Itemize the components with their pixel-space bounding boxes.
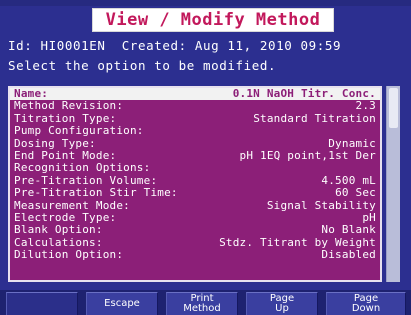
method-options-list[interactable]: Name: 0.1N NaOH Titr. Conc. Method Revisio… (8, 86, 382, 282)
option-value: 60 Sec (335, 186, 376, 200)
option-value: Standard Titration (253, 111, 376, 125)
option-value: pH 1EQ point,1st Der (239, 148, 376, 162)
escape-button-label: Escape (104, 298, 140, 309)
option-label: Pump Configuration: (14, 124, 144, 138)
method-id-line: Id: HI0001EN Created: Aug 11, 2010 09:59 (8, 38, 342, 53)
page-title: View / Modify Method (92, 8, 334, 32)
option-row[interactable]: Dilution Option: Disabled (10, 248, 380, 262)
instruction-text: Select the option to be modified. (8, 58, 277, 73)
option-label: Pre-Titration Stir Time: (14, 186, 178, 200)
print-method-line2: Method (183, 303, 221, 314)
softkey-1-blank (6, 292, 78, 315)
option-value: Disabled (321, 248, 376, 262)
option-label: Dilution Option: (14, 248, 124, 262)
option-row[interactable]: Method Revision: 2.3 (10, 99, 380, 113)
escape-button[interactable]: Escape (86, 292, 158, 315)
option-label: Recognition Options: (14, 161, 151, 175)
page-down-line2: Down (351, 303, 381, 314)
list-scrollbar[interactable] (386, 86, 400, 282)
option-row[interactable]: Pump Configuration: (10, 124, 380, 138)
option-value: 2.3 (355, 99, 376, 113)
option-value: No Blank (321, 223, 376, 237)
option-value: Signal Stability (266, 198, 376, 212)
option-row[interactable]: Pre-Titration Stir Time: 60 Sec (10, 186, 380, 200)
option-row[interactable]: Blank Option: No Blank (10, 223, 380, 237)
page-down-button[interactable]: Page Down (326, 292, 406, 315)
titrator-screen: View / Modify Method Id: HI0001EN Create… (0, 0, 411, 315)
option-value: 0.1N NaOH Titr. Conc. (232, 87, 376, 100)
print-method-button[interactable]: Print Method (166, 292, 238, 315)
screen-top-edge (0, 0, 411, 6)
page-up-line2: Up (275, 303, 289, 314)
page-up-button[interactable]: Page Up (246, 292, 318, 315)
option-row[interactable]: Recognition Options: (10, 161, 380, 175)
option-label: Blank Option: (14, 223, 103, 237)
scrollbar-thumb[interactable] (389, 88, 398, 128)
option-label: Method Revision: (14, 99, 124, 113)
